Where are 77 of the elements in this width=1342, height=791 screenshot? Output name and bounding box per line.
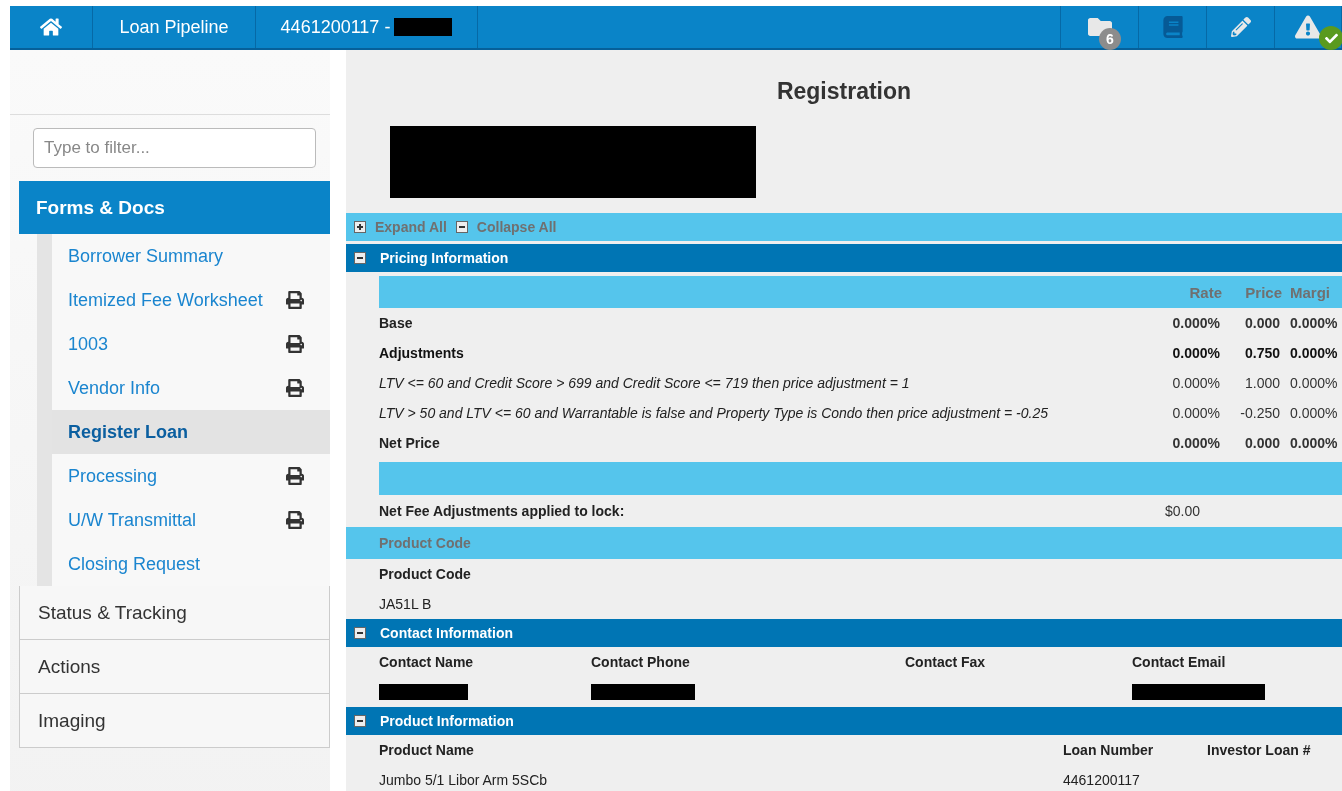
field-value: 4461200117 — [1063, 772, 1140, 788]
sidebar-item[interactable]: Closing Request — [52, 542, 330, 586]
section-header[interactable]: Pricing Information — [346, 244, 1342, 272]
table-cell-text: 0.000% — [1171, 344, 1221, 363]
warning-icon — [1295, 14, 1321, 40]
row-label: LTV > 50 and LTV <= 60 and Warrantable is false and Property Type is Condo then price adjustment = -0.25 — [379, 404, 1050, 423]
sidebar-item[interactable]: Itemized Fee Worksheet — [52, 278, 330, 322]
section-title: Contact Information — [380, 625, 513, 641]
table-cell-text: 0.000% — [1289, 314, 1339, 333]
table-cell-text: 0.000% — [1171, 374, 1221, 393]
fee-value: $0.00 — [1165, 503, 1201, 519]
sidebar-section[interactable]: Imaging — [19, 694, 330, 748]
table-cell-text: 0.000% — [1171, 404, 1221, 423]
sidebar-item[interactable]: Register Loan — [52, 410, 330, 454]
sidebar-section[interactable]: Status & Tracking — [19, 586, 330, 640]
home-icon — [40, 16, 62, 38]
row-label: Base — [379, 314, 414, 333]
print-icon[interactable] — [286, 335, 304, 353]
section-title: Product Code — [379, 535, 471, 551]
section-header[interactable]: Contact Information — [346, 619, 1342, 647]
minus-icon[interactable] — [354, 252, 366, 264]
row-label: Net Price — [379, 434, 441, 453]
column-header: Rate — [1146, 276, 1224, 308]
field-label: Contact Name — [379, 653, 475, 672]
section-header[interactable]: Product Information — [346, 707, 1342, 735]
pencil-icon — [1230, 17, 1251, 37]
field-label: Contact Phone — [591, 653, 691, 672]
section-title: Product Information — [380, 713, 514, 729]
table-cell-text: 1.000 — [1243, 374, 1281, 393]
sidebar-section[interactable]: Forms & Docs — [19, 181, 330, 234]
print-icon[interactable] — [286, 291, 304, 309]
expand-all-link[interactable]: Expand All — [375, 219, 447, 235]
table-cell-text: 0.000% — [1171, 434, 1221, 453]
table-cell-text: 0.000% — [1289, 344, 1339, 363]
nav-link[interactable]: Loan Pipeline — [93, 6, 256, 48]
field-label: Investor Loan # — [1207, 741, 1312, 760]
table-cell-text: 0.000% — [1171, 314, 1221, 333]
section-title: Pricing Information — [380, 250, 509, 266]
plus-icon[interactable] — [354, 221, 366, 233]
loan-tab[interactable]: 4461200117 - — [256, 6, 478, 48]
book-icon — [1161, 16, 1184, 38]
sidebar-section[interactable]: Actions — [19, 640, 330, 694]
table-cell-text: 0.000% — [1289, 374, 1339, 393]
field-label: Loan Number — [1063, 741, 1155, 760]
table-cell-text: 0.000% — [1289, 404, 1339, 423]
field-label: Product Code — [378, 565, 472, 584]
sidebar-item[interactable]: 1003 — [52, 322, 330, 366]
minus-icon[interactable] — [354, 715, 366, 727]
column-header: Margi — [1284, 276, 1342, 308]
print-icon[interactable] — [286, 379, 304, 397]
row-label: Adjustments — [379, 344, 465, 363]
field-label: Contact Email — [1132, 653, 1227, 672]
sidebar-item[interactable]: Processing — [52, 454, 330, 498]
field-value: Jumbo 5/1 Libor Arm 5SCb — [379, 772, 548, 788]
print-icon[interactable] — [286, 467, 304, 485]
folder-button[interactable]: 6 — [1061, 6, 1139, 48]
table-cell-text: 0.000% — [1289, 434, 1339, 453]
page-title: Registration — [775, 77, 913, 106]
table-cell-text: 0.000 — [1243, 434, 1281, 453]
minus-icon[interactable] — [455, 221, 468, 233]
collapse-all-link[interactable]: Collapse All — [476, 219, 557, 235]
table-cell-text: -0.250 — [1239, 404, 1281, 423]
table-cell-text: 0.000 — [1243, 314, 1281, 333]
sidebar-item[interactable]: U/W Transmittal — [52, 498, 330, 542]
row-label: LTV <= 60 and Credit Score > 699 and Credit Score <= 719 then price adjustment = 1 — [379, 374, 911, 393]
field-label: Product Name — [379, 741, 475, 760]
field-label: Contact Fax — [905, 653, 987, 672]
sidebar-item[interactable]: Borrower Summary — [52, 234, 330, 278]
fee-label: Net Fee Adjustments applied to lock: — [379, 503, 626, 519]
field-value: JA51L B — [378, 595, 433, 614]
minus-icon[interactable] — [354, 627, 366, 639]
print-icon[interactable] — [286, 511, 304, 529]
table-cell-text: 0.750 — [1243, 344, 1281, 363]
count-badge: 6 — [1099, 28, 1121, 50]
sidebar-item[interactable]: Vendor Info — [52, 366, 330, 410]
filter-field[interactable]: Type to filter... — [33, 128, 316, 168]
column-header: Price — [1224, 276, 1284, 308]
